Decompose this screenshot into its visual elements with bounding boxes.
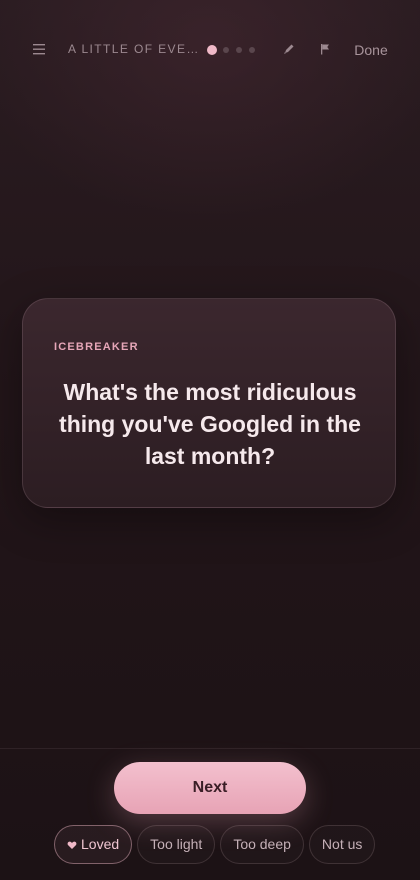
progress-dot	[236, 47, 242, 53]
top-bar: A LITTLE OF EVERYTHING Done	[0, 0, 420, 100]
bottom-divider	[0, 748, 420, 749]
progress-dot	[223, 47, 229, 53]
hamburger-menu-icon[interactable]	[31, 40, 47, 58]
reaction-label: Not us	[321, 836, 363, 852]
progress-indicator	[207, 44, 262, 56]
reaction-too-light-button[interactable]: Too light	[137, 825, 216, 864]
done-button[interactable]: Done	[350, 39, 392, 61]
card-category: ICEBREAKER	[54, 341, 139, 353]
progress-dot	[249, 47, 255, 53]
reaction-not-us-button[interactable]: Not us	[308, 825, 376, 864]
next-button[interactable]: Next	[114, 762, 306, 814]
card-question: What's the most ridiculous thing you've …	[59, 379, 361, 469]
progress-dot-active	[207, 45, 217, 55]
reaction-label: Too deep	[233, 836, 291, 852]
reaction-too-deep-button[interactable]: Too deep	[220, 825, 304, 864]
flag-icon[interactable]	[318, 42, 332, 56]
reaction-bar: Loved Too light Too deep Not us	[54, 825, 380, 864]
prompt-card: ICEBREAKER What's the most ridiculous th…	[22, 298, 396, 508]
session-title: A LITTLE OF EVERYTHING	[68, 42, 200, 56]
pencil-icon[interactable]	[282, 42, 296, 56]
reaction-loved-button[interactable]: Loved	[54, 825, 133, 864]
heart-icon	[67, 840, 77, 850]
reaction-label: Too light	[150, 836, 203, 852]
reaction-label: Loved	[81, 836, 120, 852]
